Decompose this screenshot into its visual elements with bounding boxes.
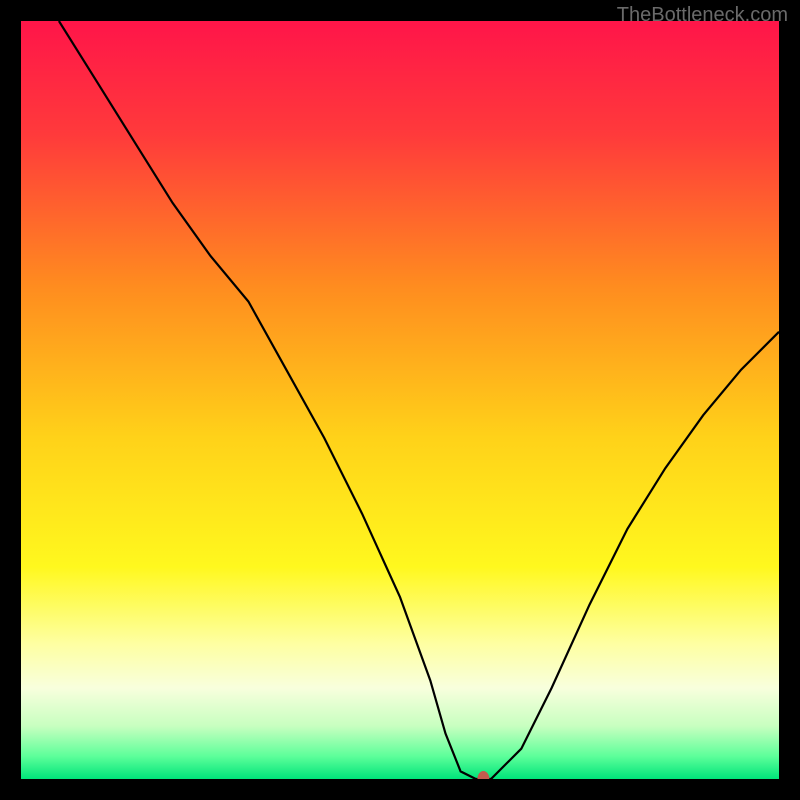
chart-svg (21, 21, 779, 779)
gradient-background (21, 21, 779, 779)
chart-container: TheBottleneck.com (0, 0, 800, 800)
plot-area (21, 21, 779, 779)
watermark-text: TheBottleneck.com (617, 4, 788, 27)
